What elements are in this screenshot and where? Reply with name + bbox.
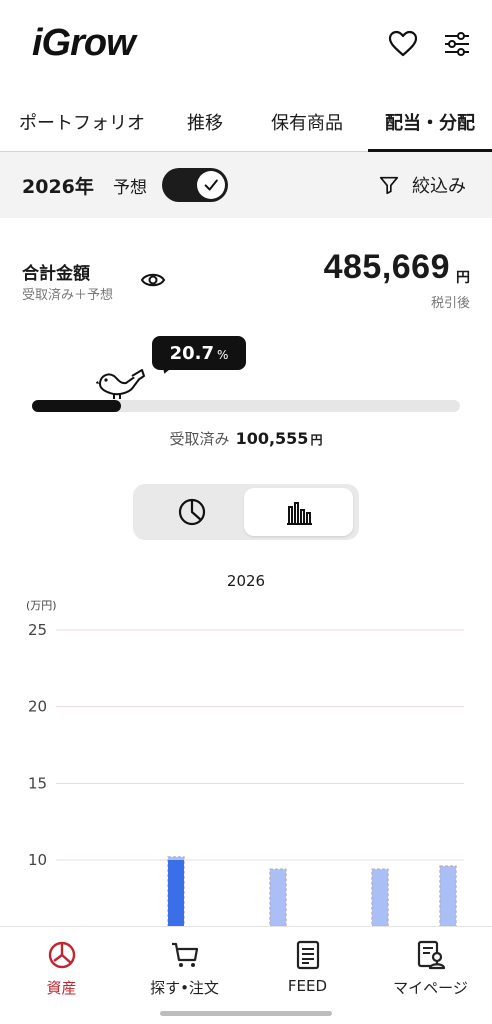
app-header: iGrow <box>0 0 492 92</box>
progress-fill <box>32 400 121 412</box>
total-amount: 485,669 <box>323 248 450 286</box>
chart-title: 2026 <box>226 572 266 590</box>
y-tick-label: 10 <box>28 851 47 869</box>
bar-forecast <box>439 865 457 926</box>
received-summary: 受取済み 100,555 円 <box>0 428 492 449</box>
settings-sliders-icon[interactable] <box>441 28 473 60</box>
tab-dividends[interactable]: 配当・分配 <box>368 92 492 153</box>
heart-icon[interactable] <box>387 28 419 60</box>
pie-view-button[interactable] <box>137 488 246 536</box>
document-icon <box>296 940 319 970</box>
home-indicator <box>160 1011 332 1016</box>
filter-label: 絞込み <box>412 176 466 197</box>
nav-assets[interactable]: 資産 <box>0 939 123 998</box>
nav-assets-label: 資産 <box>46 979 77 997</box>
received-label: 受取済み <box>169 430 230 448</box>
tab-holdings[interactable]: 保有商品 <box>246 92 368 152</box>
profile-doc-icon <box>417 940 445 970</box>
y-tick-label: 20 <box>28 698 47 716</box>
toggle-knob <box>197 171 225 199</box>
dividend-bar-chart: 10 15 20 25 <box>28 621 464 926</box>
check-icon <box>204 179 218 191</box>
progress-percent-sign: % <box>217 347 229 362</box>
total-currency: 円 <box>456 270 470 286</box>
progress-track <box>32 400 460 412</box>
asset-pie-icon <box>48 941 75 969</box>
nav-feed[interactable]: FEED <box>246 939 369 995</box>
bar-received <box>168 860 184 926</box>
nav-search-order[interactable]: 探す•注文 <box>123 939 246 998</box>
eye-icon[interactable] <box>140 267 166 293</box>
year-selector[interactable]: 2026年 <box>22 172 94 199</box>
bird-mascot-icon <box>95 366 146 400</box>
filter-button[interactable]: 絞込み <box>378 172 466 198</box>
nav-feed-label: FEED <box>287 977 328 995</box>
forecast-toggle[interactable] <box>162 168 228 202</box>
total-title: 合計金額 <box>22 264 90 284</box>
nav-mypage[interactable]: マイページ <box>369 939 492 998</box>
forecast-label: 予想 <box>113 177 147 198</box>
tab-history[interactable]: 推移 <box>164 92 246 152</box>
received-currency: 円 <box>310 433 323 447</box>
y-tick-label: 15 <box>28 774 47 792</box>
nav-search-order-label: 探す•注文 <box>150 979 219 997</box>
app-logo: iGrow <box>32 22 136 64</box>
received-value: 100,555 <box>235 429 309 448</box>
bar-forecast <box>371 868 389 926</box>
tab-bar: ポートフォリオ 推移 保有商品 配当・分配 <box>0 92 492 153</box>
bar-chart-icon <box>286 502 312 525</box>
bar-forecast <box>269 868 287 926</box>
cart-icon <box>171 942 198 967</box>
progress-percent: 20.7 <box>169 342 214 364</box>
nav-mypage-label: マイページ <box>393 979 468 997</box>
y-tick-label: 25 <box>28 621 47 639</box>
filter-funnel-icon <box>379 176 399 195</box>
tab-portfolio[interactable]: ポートフォリオ <box>0 92 164 152</box>
bottom-nav: 資産 探す•注文 FEED マイページ <box>0 926 492 1024</box>
tax-note: 税引後 <box>430 296 470 311</box>
total-subtitle: 受取済み＋予想 <box>22 288 114 303</box>
pie-chart-icon <box>178 498 205 526</box>
bar-view-button[interactable] <box>244 488 353 536</box>
chart-view-toggle <box>133 484 359 540</box>
